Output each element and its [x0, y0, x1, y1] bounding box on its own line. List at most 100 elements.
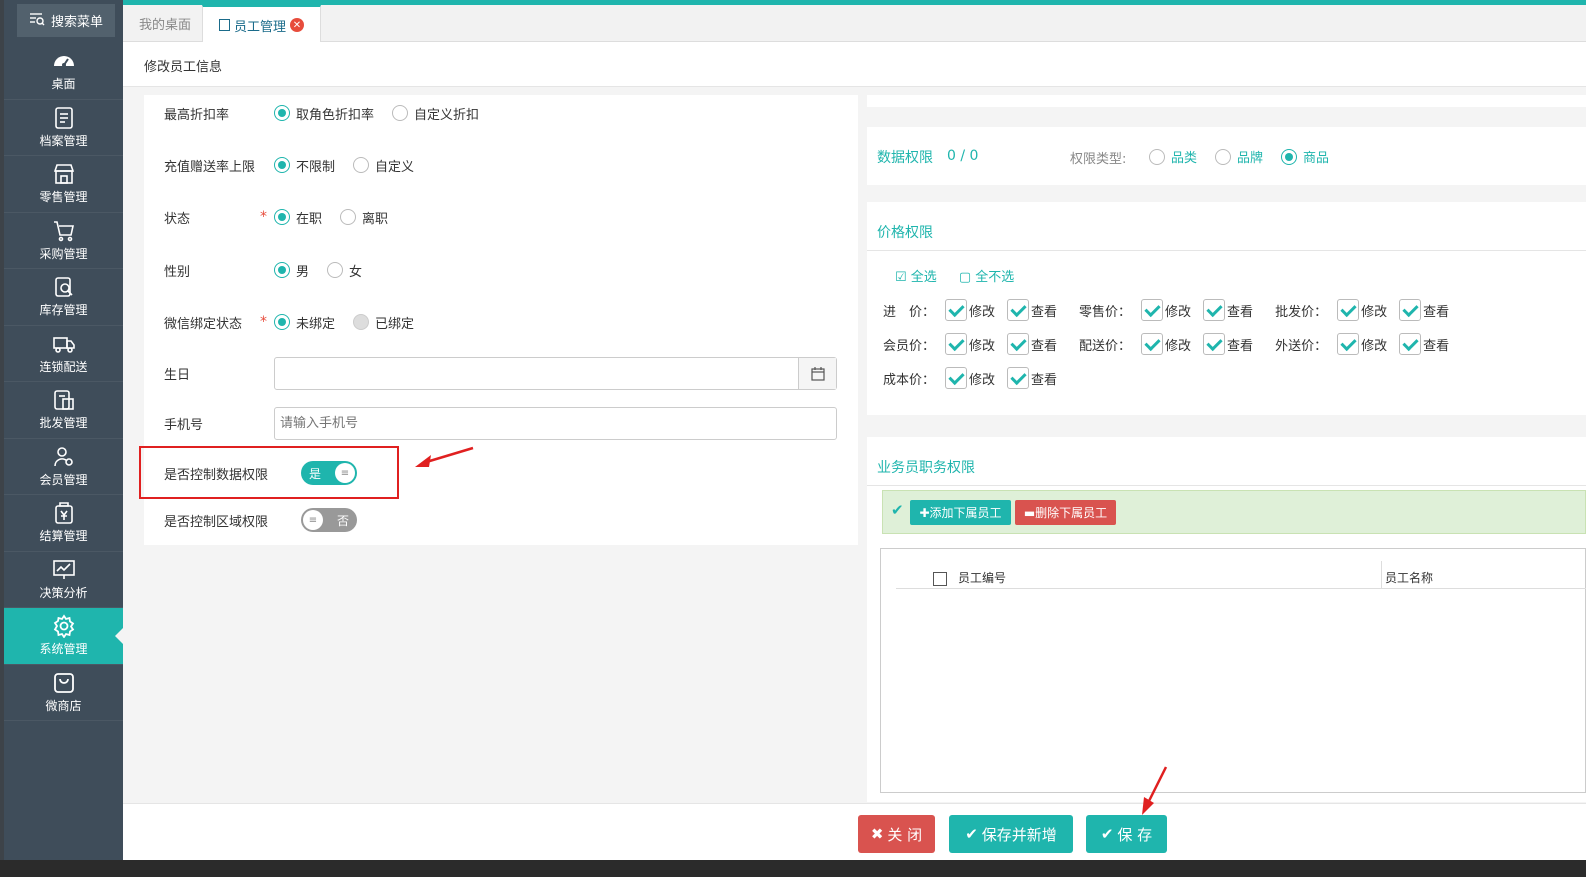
permission-type-radios: 品类 品牌 商品: [1149, 147, 1343, 166]
checkbox[interactable]: [1141, 299, 1164, 321]
birthday-input[interactable]: [274, 357, 837, 390]
checkbox-label: 查看: [1227, 304, 1254, 320]
search-menu-label: 搜索菜单: [50, 15, 103, 30]
deselect-all-link[interactable]: ▢ 全不选: [959, 266, 1014, 285]
checkbox[interactable]: [1007, 299, 1030, 321]
sidebar-item-microshop[interactable]: 微商店: [4, 665, 123, 721]
gender-radio-female[interactable]: [327, 262, 344, 278]
sidebar-item-settlement[interactable]: 结算管理: [4, 495, 123, 552]
delete-subordinate-button[interactable]: ▬ 删除下属员工: [1015, 500, 1116, 525]
sidebar-item-label: 档案管理: [39, 133, 88, 148]
price-label: 成本价：: [883, 372, 936, 388]
column-header-name: 员工名称: [1385, 571, 1434, 585]
sidebar-item-label: 微商店: [45, 698, 82, 713]
tab-label: 我的桌面: [138, 18, 191, 33]
calendar-icon[interactable]: [798, 358, 836, 389]
select-all-link[interactable]: ☑ 全选: [895, 266, 937, 285]
divider: [867, 485, 1586, 486]
required-mark: *: [260, 314, 267, 330]
type-radio-category[interactable]: [1149, 148, 1165, 165]
recharge-radio-custom[interactable]: [353, 157, 370, 173]
sidebar-item-retail[interactable]: 零售管理: [4, 156, 123, 213]
area-control-label: 是否控制区域权限: [164, 514, 269, 530]
sidebar-item-system[interactable]: 系统管理: [4, 608, 123, 665]
close-tab-icon[interactable]: ✕: [290, 18, 304, 32]
checkbox[interactable]: [1399, 333, 1422, 355]
sidebar-item-member[interactable]: 会员管理: [4, 439, 123, 495]
radio-label: 在职: [296, 211, 323, 227]
column-divider: [1381, 561, 1382, 589]
highlight-box: [139, 446, 399, 499]
sidebar-item-archive[interactable]: 档案管理: [4, 100, 123, 156]
footer-bar: [0, 860, 1586, 877]
cart-icon: [53, 220, 74, 242]
check-icon: ✔: [965, 825, 978, 843]
close-button[interactable]: ✖ 关 闭: [858, 815, 935, 853]
price-permission-card: 价格权限 ☑ 全选 ▢ 全不选 进 价： 修改 查看 零售价： 修改 查看 批发…: [867, 202, 1586, 415]
sidebar-item-purchase[interactable]: 采购管理: [4, 213, 123, 269]
button-label: 删除下属员工: [1035, 506, 1108, 520]
sidebar-item-wholesale[interactable]: 批发管理: [4, 382, 123, 439]
wholesale-icon: [53, 390, 74, 411]
status-radio-active[interactable]: [274, 209, 290, 225]
checkbox[interactable]: [1399, 299, 1422, 321]
toolbar: ✔ ✚ 添加下属员工 ▬ 删除下属员工: [882, 490, 1586, 534]
sidebar-item-label: 决策分析: [39, 585, 88, 600]
gender-radio-male[interactable]: [274, 262, 290, 278]
checkbox[interactable]: [1337, 333, 1360, 355]
type-radio-product[interactable]: [1281, 148, 1298, 165]
birthday-label: 生日: [164, 368, 191, 383]
type-radio-brand[interactable]: [1215, 148, 1232, 165]
status-radio-resigned[interactable]: [340, 209, 357, 225]
checkbox[interactable]: [945, 367, 967, 389]
checkbox-label: 修改: [969, 338, 996, 354]
radio-label: 自定义折扣: [414, 107, 480, 123]
save-and-new-button[interactable]: ✔ 保存并新增: [949, 815, 1073, 853]
phone-row: 手机号: [144, 407, 858, 440]
save-button[interactable]: ✔ 保 存: [1086, 815, 1167, 853]
add-subordinate-button[interactable]: ✚ 添加下属员工: [910, 500, 1011, 525]
checkbox-label: 查看: [1031, 304, 1058, 320]
sidebar-item-inventory[interactable]: 库存管理: [4, 269, 123, 326]
tab-staff[interactable]: 员工管理 ✕: [202, 5, 321, 43]
phone-input[interactable]: [274, 407, 837, 440]
checkbox[interactable]: [1203, 299, 1226, 321]
checkbox[interactable]: [945, 333, 967, 355]
truck-icon: [52, 336, 75, 353]
required-mark: *: [260, 209, 267, 225]
sidebar-item-desktop[interactable]: 桌面: [4, 43, 123, 100]
wechat-radio-unbound[interactable]: [274, 314, 290, 330]
max-discount-radio-custom[interactable]: [392, 105, 409, 121]
checkbox[interactable]: [1007, 333, 1030, 355]
checkbox[interactable]: [1141, 333, 1164, 355]
checkbox-label: 修改: [1361, 338, 1388, 354]
dashboard-icon: [53, 56, 74, 68]
gear-icon: [53, 614, 74, 639]
recharge-radio-unlimited[interactable]: [274, 157, 290, 173]
switch-label: 否: [336, 513, 349, 528]
salesman-permission-title: 业务员职务权限: [877, 460, 975, 476]
sidebar-item-analysis[interactable]: 决策分析: [4, 552, 123, 608]
checkbox-label: 查看: [1423, 304, 1450, 320]
sidebar-item-delivery[interactable]: 连锁配送: [4, 326, 123, 382]
checkbox[interactable]: [1337, 299, 1360, 321]
checkbox[interactable]: [1203, 333, 1226, 355]
data-permission-title: 数据权限: [877, 150, 933, 166]
checkbox[interactable]: [945, 299, 967, 321]
max-discount-radio-role[interactable]: [274, 105, 290, 121]
select-all-checkbox[interactable]: [933, 572, 947, 586]
status-row: 状态 * 在职 离职: [144, 202, 858, 232]
button-label: 保存并新增: [981, 825, 1057, 844]
search-menu-button[interactable]: 搜索菜单: [17, 4, 115, 37]
page-header: 修改员工信息: [123, 42, 1586, 87]
button-label: 添加下属员工: [929, 506, 1002, 520]
checkbox-label: 查看: [1227, 338, 1254, 354]
sidebar-item-label: 库存管理: [39, 303, 88, 318]
checkbox[interactable]: [1007, 367, 1030, 389]
inventory-icon: [54, 277, 73, 298]
sidebar: 搜索菜单 桌面 档案管理 零售管理 采购管理 库存管理 连锁配送 批发管理 会员…: [4, 0, 123, 860]
tab-desktop[interactable]: 我的桌面: [128, 5, 202, 42]
check-icon: ✔: [1100, 825, 1114, 843]
sidebar-item-label: 桌面: [51, 77, 76, 92]
area-control-switch[interactable]: ≡ 否: [301, 508, 357, 532]
